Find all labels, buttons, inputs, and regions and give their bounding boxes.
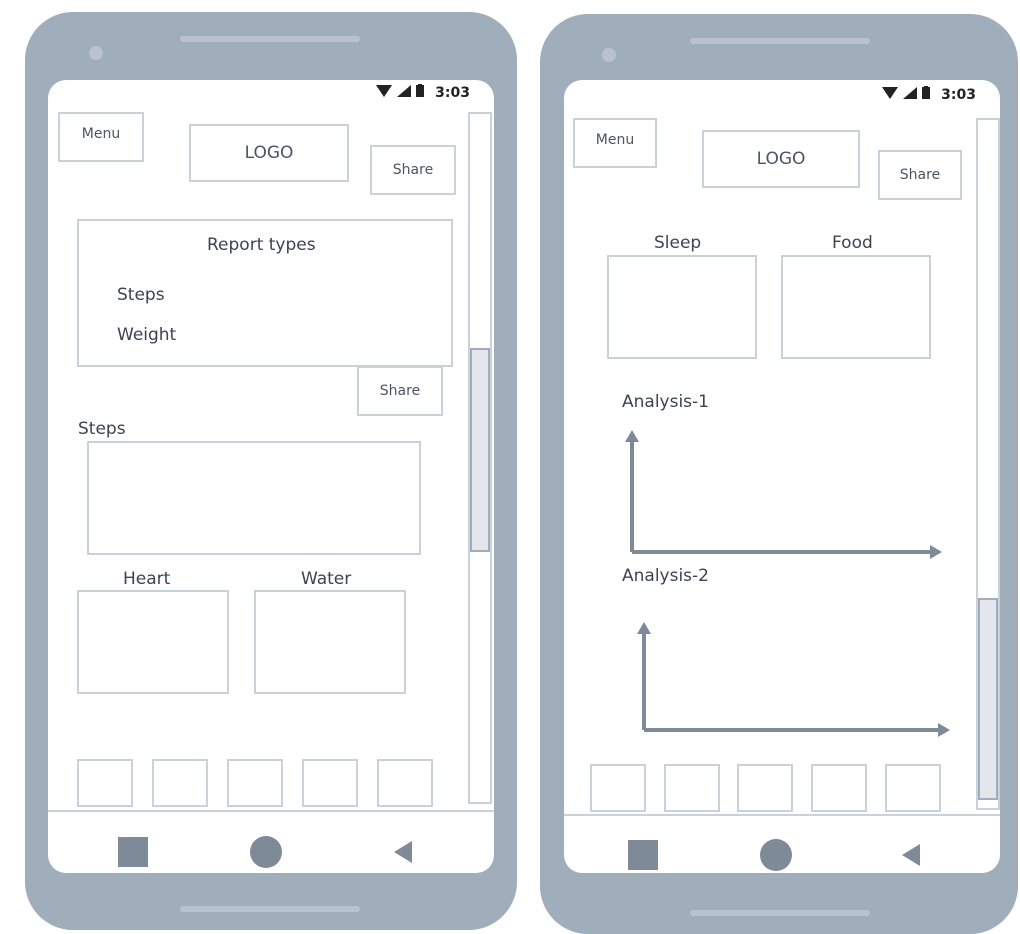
signal-icon <box>903 86 918 103</box>
circle-icon[interactable] <box>760 839 792 871</box>
scrollbar-track[interactable] <box>976 118 1000 810</box>
status-bar: 3:03 <box>376 84 470 101</box>
steps-chart-box <box>87 441 421 555</box>
status-time: 3:03 <box>435 84 470 101</box>
water-box <box>254 590 406 694</box>
screen-right: 3:03 Menu LOGO Share Sleep Food Analysis… <box>564 80 1000 873</box>
speaker-grille <box>690 38 870 44</box>
signal-icon <box>397 84 412 101</box>
bottom-bar <box>690 910 870 916</box>
analysis-1-axes <box>625 430 942 559</box>
share-button[interactable]: Share <box>370 145 456 195</box>
phone-frame-right: 3:03 Menu LOGO Share Sleep Food Analysis… <box>540 14 1018 934</box>
battery-icon <box>922 86 931 103</box>
wifi-icon <box>376 84 393 101</box>
analysis-1-label: Analysis-1 <box>622 392 709 412</box>
steps-label: Steps <box>78 419 126 439</box>
square-icon[interactable] <box>628 840 658 870</box>
report-type-weight[interactable]: Weight <box>117 325 176 345</box>
report-types-title: Report types <box>207 235 316 255</box>
tab-placeholder[interactable] <box>885 764 941 812</box>
heart-box <box>77 590 229 694</box>
tab-placeholder[interactable] <box>152 759 208 807</box>
tab-placeholder[interactable] <box>227 759 283 807</box>
water-label: Water <box>301 569 352 589</box>
tab-placeholder[interactable] <box>377 759 433 807</box>
tab-placeholder[interactable] <box>664 764 720 812</box>
logo-placeholder: LOGO <box>189 124 349 182</box>
status-bar: 3:03 <box>882 86 976 103</box>
logo-placeholder: LOGO <box>702 130 860 188</box>
heart-label: Heart <box>123 569 171 589</box>
report-type-steps[interactable]: Steps <box>117 285 165 305</box>
tab-placeholder[interactable] <box>737 764 793 812</box>
bottom-bar <box>180 906 360 912</box>
tab-placeholder[interactable] <box>811 764 867 812</box>
camera-dot <box>602 48 616 62</box>
screen-left: 3:03 Menu LOGO Share Report types Steps … <box>48 80 494 873</box>
sleep-label: Sleep <box>654 233 702 253</box>
menu-button[interactable]: Menu <box>58 112 144 162</box>
scrollbar-thumb[interactable] <box>978 598 998 800</box>
share-button[interactable]: Share <box>878 150 962 200</box>
battery-icon <box>416 84 425 101</box>
sleep-box <box>607 255 757 359</box>
nav-divider <box>48 810 494 812</box>
speaker-grille <box>180 36 360 42</box>
analysis-2-axes <box>637 622 950 737</box>
food-box <box>781 255 931 359</box>
square-icon[interactable] <box>118 837 148 867</box>
phone-frame-left: 3:03 Menu LOGO Share Report types Steps … <box>25 12 517 930</box>
tab-placeholder[interactable] <box>302 759 358 807</box>
triangle-back-icon[interactable] <box>902 844 920 866</box>
tab-placeholder[interactable] <box>77 759 133 807</box>
tab-placeholder[interactable] <box>590 764 646 812</box>
nav-divider <box>564 814 1000 816</box>
menu-button[interactable]: Menu <box>573 118 657 168</box>
analysis-2-label: Analysis-2 <box>622 566 709 586</box>
triangle-back-icon[interactable] <box>394 841 412 863</box>
status-time: 3:03 <box>941 86 976 103</box>
food-label: Food <box>832 233 873 253</box>
report-share-button[interactable]: Share <box>357 366 443 416</box>
circle-icon[interactable] <box>250 836 282 868</box>
wifi-icon <box>882 86 899 103</box>
report-types-card: Report types Steps Weight <box>77 219 453 367</box>
scrollbar-thumb[interactable] <box>470 348 490 552</box>
camera-dot <box>89 46 103 60</box>
scrollbar-track[interactable] <box>468 112 492 804</box>
